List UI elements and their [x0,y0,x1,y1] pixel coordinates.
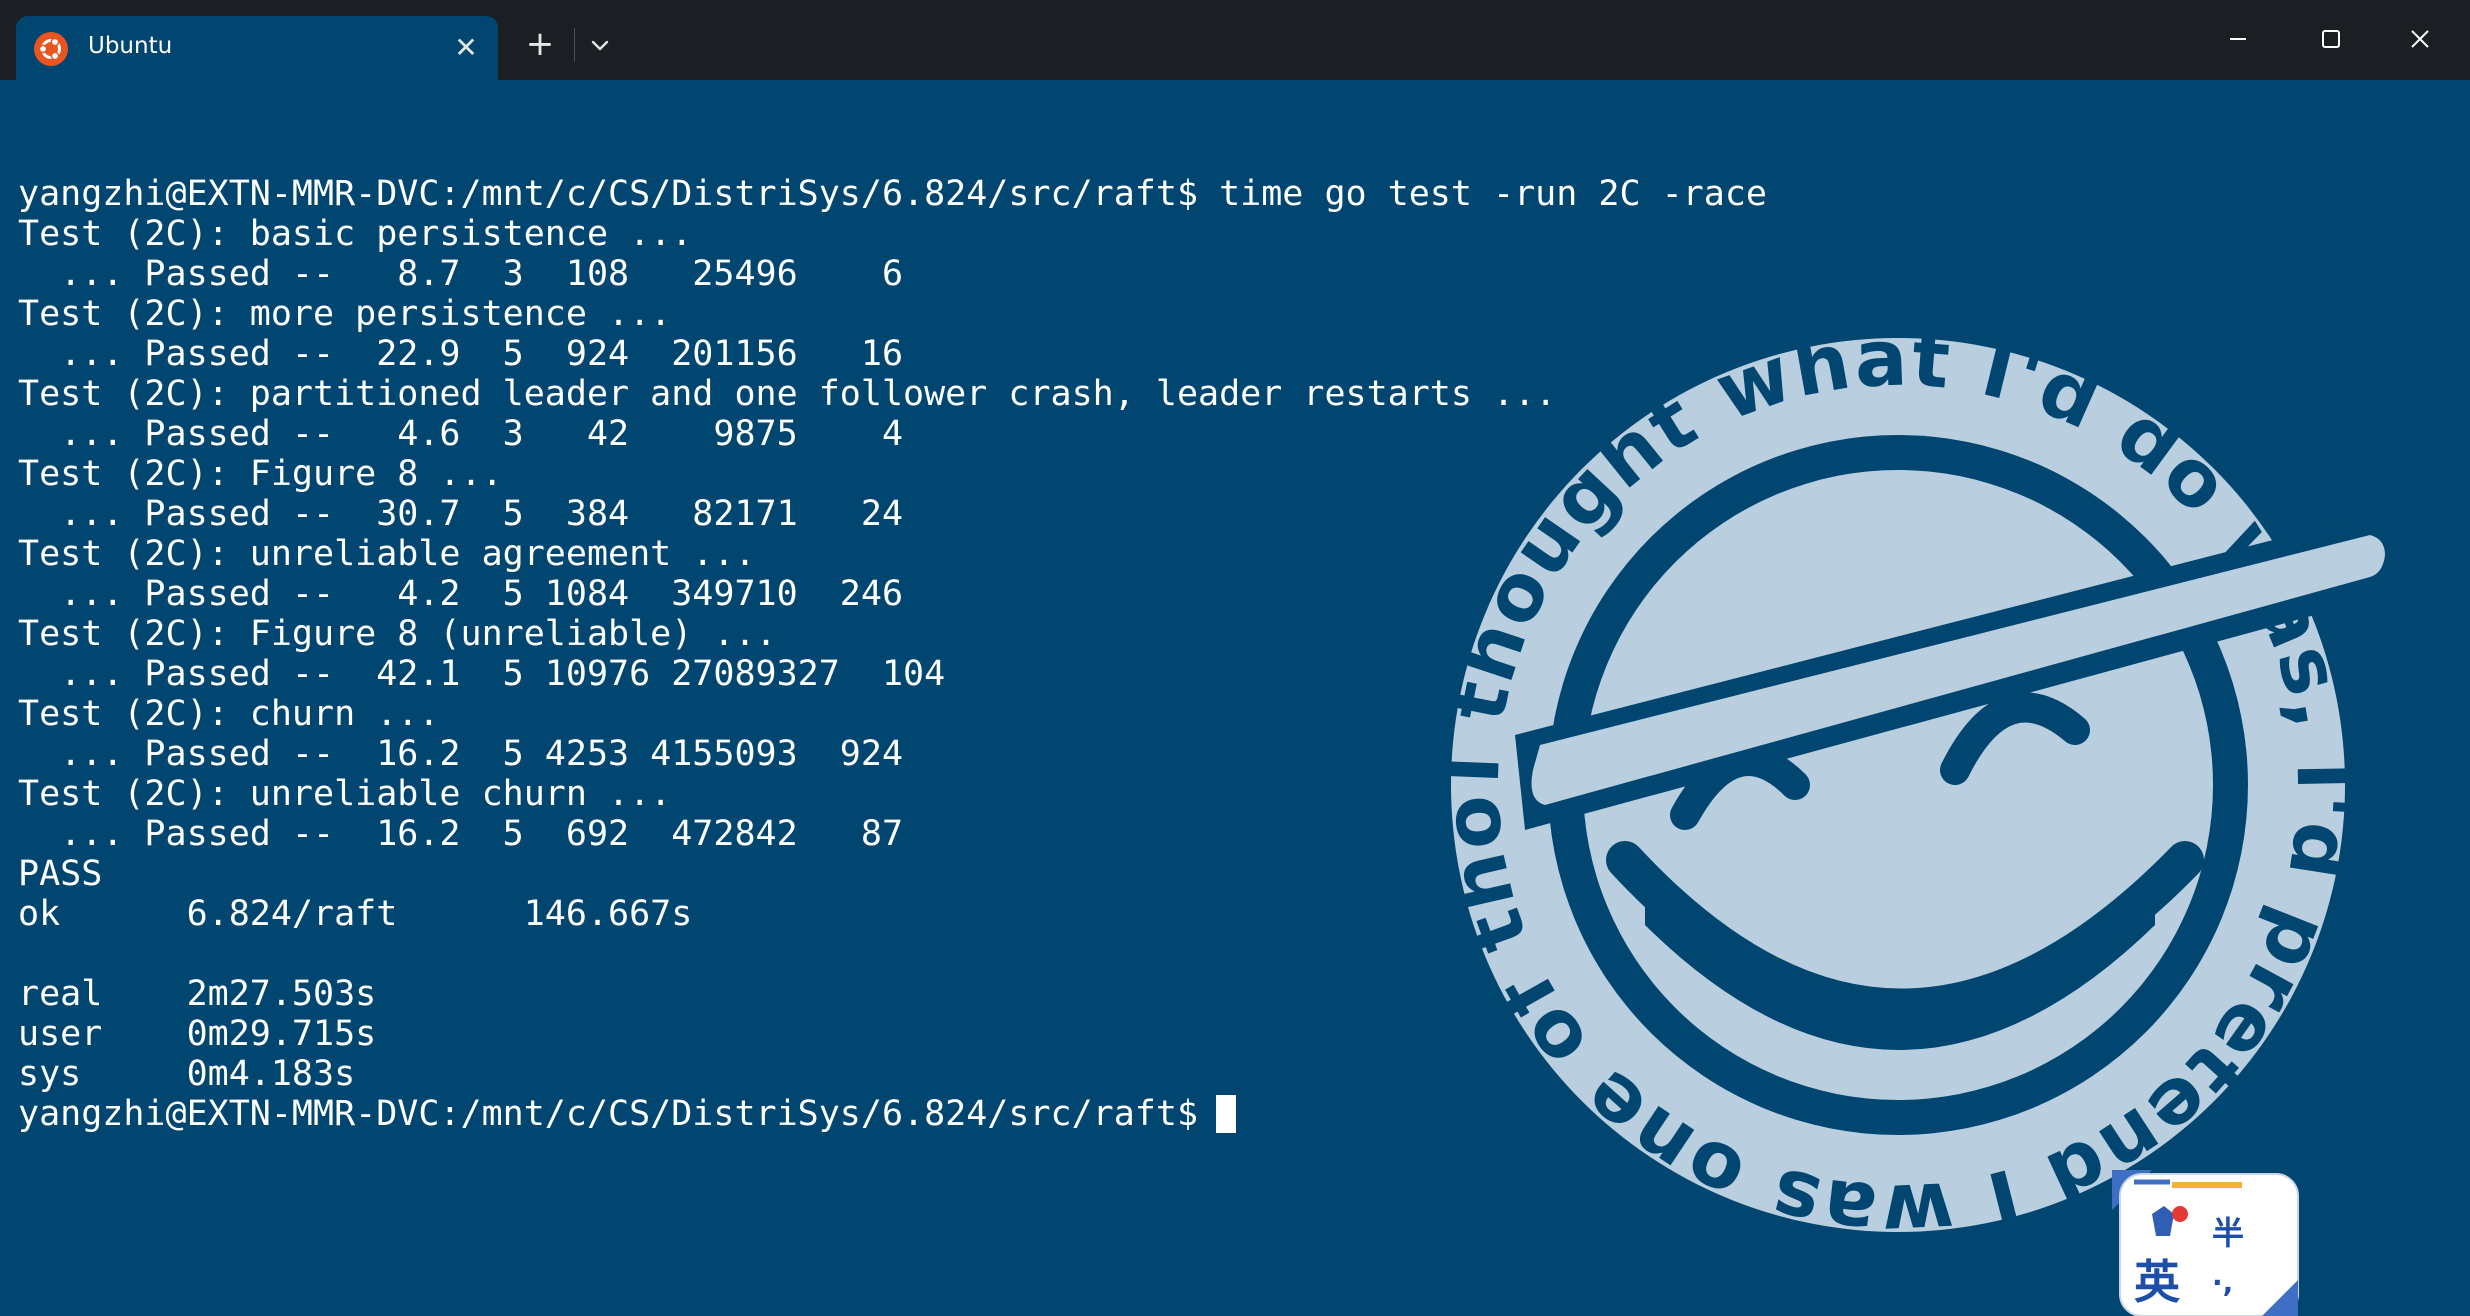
tab-title: Ubuntu [88,33,173,59]
ime-punct: ·, [2212,1266,2233,1299]
chevron-down-icon[interactable] [580,26,620,66]
terminal-window: Ubuntu ✕ + I thought what I'd do s, I'd … [0,0,2470,1316]
prompt-line: yangzhi@EXTN-MMR-DVC:/mnt/c/CS/DistriSys… [18,1094,1767,1134]
terminal-output: yangzhi@EXTN-MMR-DVC:/mnt/c/CS/DistriSys… [18,174,1767,1134]
terminal-line: Test (2C): churn ... [18,694,440,734]
terminal-line: Test (2C): unreliable agreement ... [18,534,756,574]
tab-ubuntu[interactable]: Ubuntu ✕ [16,16,498,80]
terminal-pane[interactable]: I thought what I'd do was, I'd pretend I… [0,80,2470,1316]
ime-main-char: 英 [2134,1255,2181,1309]
ime-mode-char: 半 [2212,1214,2244,1252]
terminal-line: Test (2C): unreliable churn ... [18,774,672,814]
close-tab-icon: ✕ [454,31,478,64]
terminal-line: ... Passed -- 8.7 3 108 25496 6 [18,254,904,294]
title-bar: Ubuntu ✕ + [0,0,2470,80]
terminal-line: Test (2C): Figure 8 ... [18,454,503,494]
maximize-icon[interactable] [2300,14,2360,64]
ime-indicator-icon[interactable]: 英 半 ·, [2112,1170,2302,1316]
terminal-line: ... Passed -- 4.6 3 42 9875 4 [18,414,904,454]
terminal-line: ... Passed -- 16.2 5 4253 4155093 924 [18,734,904,774]
terminal-line: Test (2C): Figure 8 (unreliable) ... [18,614,777,654]
close-icon[interactable] [2390,14,2450,64]
terminal-line: ok 6.824/raft 146.667s [18,894,693,934]
terminal-line: Test (2C): basic persistence ... [18,214,693,254]
terminal-line: ... Passed -- 16.2 5 692 472842 87 [18,814,904,854]
terminal-line: real 2m27.503s [18,974,377,1014]
terminal-line: Test (2C): partitioned leader and one fo… [18,374,1557,414]
terminal-line: ... Passed -- 30.7 5 384 82171 24 [18,494,904,534]
minimize-icon[interactable] [2208,14,2268,64]
titlebar-divider [574,28,575,62]
terminal-line: Test (2C): more persistence ... [18,294,672,334]
terminal-line: PASS [18,854,103,894]
terminal-line: sys 0m4.183s [18,1054,356,1094]
ubuntu-logo-icon [34,32,68,66]
close-tab-button[interactable]: ✕ [448,30,484,66]
shell-prompt: yangzhi@EXTN-MMR-DVC:/mnt/c/CS/DistriSys… [18,1094,1199,1134]
terminal-line: ... Passed -- 42.1 5 10976 27089327 104 [18,654,946,694]
plus-icon: + [525,24,555,64]
terminal-line: ... Passed -- 22.9 5 924 201156 16 [18,334,904,374]
new-tab-button[interactable]: + [520,24,560,64]
terminal-line: ... Passed -- 4.2 5 1084 349710 246 [18,574,904,614]
text-cursor [1216,1095,1237,1133]
terminal-line: yangzhi@EXTN-MMR-DVC:/mnt/c/CS/DistriSys… [18,174,1767,214]
terminal-line: user 0m29.715s [18,1014,377,1054]
